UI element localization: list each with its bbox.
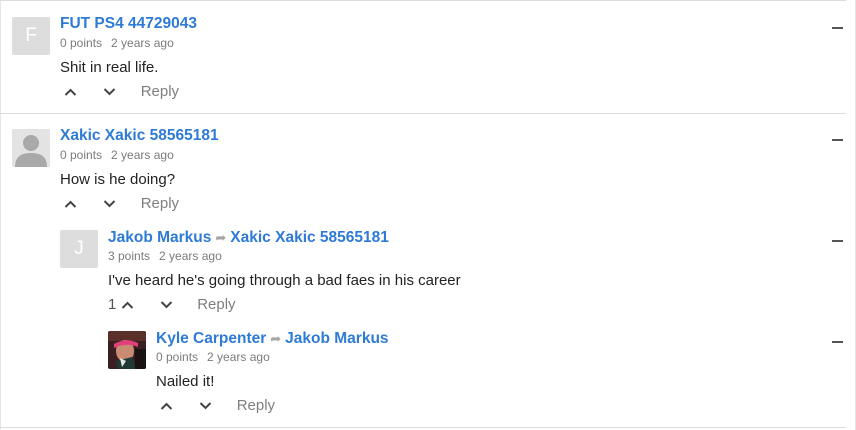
avatar[interactable] <box>108 331 146 369</box>
thread-border-left <box>0 0 1 430</box>
comment-author-line: Jakob Markus ➦ Xakic Xakic 58565181 <box>108 229 389 247</box>
downvote-button[interactable] <box>160 296 173 313</box>
upvote-button[interactable] <box>121 296 134 313</box>
reply-button[interactable]: Reply <box>237 397 275 414</box>
comment-timestamp[interactable]: 2 years ago <box>159 249 222 263</box>
comment-timestamp[interactable]: 2 years ago <box>207 350 270 364</box>
reply-arrow-icon: ➦ <box>215 230 227 245</box>
divider <box>0 113 846 114</box>
upvote-count: 1 <box>108 296 117 313</box>
comment-author[interactable]: Jakob Markus <box>108 229 211 246</box>
minus-icon[interactable] <box>832 240 843 242</box>
comment-author-line: Kyle Carpenter ➦ Jakob Markus <box>156 330 389 348</box>
comment-actions: Reply <box>64 83 179 100</box>
reply-to-author[interactable]: Xakic Xakic 58565181 <box>230 229 389 246</box>
comment-meta: 0 points 2 years ago <box>60 148 174 162</box>
comment-author[interactable]: Kyle Carpenter <box>156 330 266 347</box>
downvote-button[interactable] <box>199 397 212 414</box>
user-photo-icon <box>108 331 146 369</box>
comment-meta: 3 points 2 years ago <box>108 249 222 263</box>
chevron-down-icon <box>160 301 173 309</box>
chevron-down-icon <box>200 402 212 410</box>
reply-button[interactable]: Reply <box>141 83 179 100</box>
comment-meta: 0 points 2 years ago <box>156 350 270 364</box>
comment-body: Nailed it! <box>156 373 215 390</box>
comment-body: I've heard he's going through a bad faes… <box>108 272 461 289</box>
divider <box>0 427 846 428</box>
comment-timestamp[interactable]: 2 years ago <box>111 36 174 50</box>
minus-icon[interactable] <box>832 341 843 343</box>
comment-actions: Reply <box>160 397 275 414</box>
reply-button[interactable]: Reply <box>141 195 179 212</box>
minus-icon[interactable] <box>832 27 843 29</box>
chevron-down-icon <box>104 200 116 208</box>
chevron-up-icon <box>160 402 173 410</box>
chevron-up-icon <box>64 200 77 208</box>
divider <box>0 0 846 1</box>
comment-author[interactable]: FUT PS4 44729043 <box>60 15 197 33</box>
reply-button[interactable]: Reply <box>197 296 235 313</box>
chevron-up-icon <box>64 88 77 96</box>
minus-icon[interactable] <box>832 139 843 141</box>
comment-points: 0 points <box>156 350 199 364</box>
comment-body: How is he doing? <box>60 171 176 188</box>
comment-points: 3 points <box>108 249 151 263</box>
comment-points: 0 points <box>60 36 103 50</box>
user-silhouette-icon <box>12 129 50 167</box>
chevron-down-icon <box>104 88 116 96</box>
comment-actions: Reply <box>64 195 179 212</box>
downvote-button[interactable] <box>103 195 116 212</box>
upvote-button[interactable] <box>64 195 77 212</box>
upvote-button[interactable] <box>64 83 77 100</box>
comment-body: Shit in real life. <box>60 59 159 76</box>
comment-timestamp[interactable]: 2 years ago <box>111 148 174 162</box>
avatar[interactable] <box>12 129 50 167</box>
comment-author[interactable]: Xakic Xakic 58565181 <box>60 127 219 145</box>
chevron-up-icon <box>121 301 133 309</box>
reply-arrow-icon: ➦ <box>270 331 282 346</box>
reply-to-author[interactable]: Jakob Markus <box>285 330 388 347</box>
comment-actions: 1 Reply <box>108 296 236 313</box>
upvote-button[interactable] <box>160 397 173 414</box>
avatar[interactable]: F <box>12 17 50 55</box>
avatar[interactable]: J <box>60 230 98 268</box>
downvote-button[interactable] <box>103 83 116 100</box>
comment-points: 0 points <box>60 148 103 162</box>
comment-meta: 0 points 2 years ago <box>60 36 174 50</box>
